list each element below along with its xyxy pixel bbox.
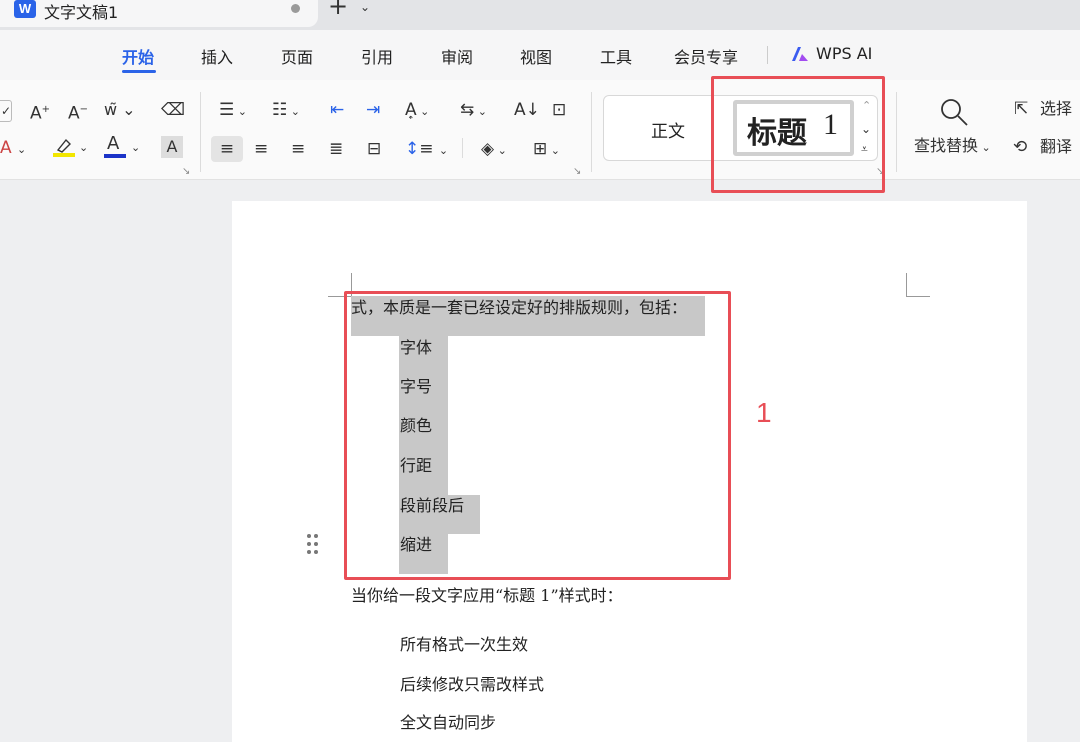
font-color-swatch bbox=[104, 154, 126, 158]
tab-home[interactable]: 开始 bbox=[122, 44, 154, 68]
menu-divider bbox=[767, 46, 768, 64]
tab-insert[interactable]: 插入 bbox=[201, 44, 233, 68]
annotation-label-1: 1 bbox=[756, 397, 772, 428]
shading-icon[interactable]: ◈ ⌄ bbox=[481, 139, 507, 161]
style-normal[interactable]: 正文 bbox=[651, 117, 685, 142]
text-direction-icon[interactable]: A͎ ⌄ bbox=[405, 100, 429, 122]
crop-mark bbox=[906, 273, 907, 297]
tab-wps-ai[interactable]: WPS AI bbox=[816, 44, 872, 63]
unsaved-indicator-icon[interactable] bbox=[291, 4, 300, 13]
borders-icon[interactable]: ⊞ ⌄ bbox=[533, 139, 560, 161]
annotation-box-2 bbox=[711, 76, 885, 193]
eraser-icon[interactable]: ⌫ bbox=[161, 100, 185, 120]
font-group-launcher-icon[interactable]: ↘ bbox=[182, 162, 190, 182]
phonetic-guide-icon[interactable]: 𝗐̃ ⌄ bbox=[104, 100, 136, 120]
decrease-font-icon[interactable]: A− bbox=[68, 100, 88, 124]
ribbon-separator bbox=[591, 92, 592, 172]
show-hide-icon[interactable]: ⊡ bbox=[552, 100, 566, 120]
annotation-box-1 bbox=[344, 291, 731, 580]
decrease-indent-icon[interactable]: ⇤ bbox=[330, 100, 344, 120]
highlight-icon[interactable] bbox=[52, 137, 76, 159]
paragraph-group-launcher-icon[interactable]: ↘ bbox=[573, 162, 581, 182]
translate-icon[interactable]: ⟲ bbox=[1013, 137, 1027, 157]
ribbon-separator bbox=[462, 138, 463, 158]
new-tab-menu-icon[interactable]: ⌄ bbox=[360, 0, 370, 14]
text-effect-icon[interactable]: A ⌄ bbox=[0, 138, 26, 160]
document-paragraph[interactable]: 当你给一段文字应用“标题 1”样式时： bbox=[351, 586, 623, 606]
distributed-icon[interactable]: ⊟ bbox=[367, 139, 381, 159]
list-item[interactable]: 后续修改只需改样式 bbox=[400, 675, 544, 695]
drag-handle-icon[interactable] bbox=[306, 533, 320, 555]
align-right-icon[interactable]: ≡ bbox=[291, 139, 305, 159]
tab-tools[interactable]: 工具 bbox=[600, 44, 632, 68]
justify-icon[interactable]: ≣ bbox=[329, 139, 343, 159]
sort-icon[interactable]: ⇆ ⌄ bbox=[460, 100, 487, 122]
select-button[interactable]: 选择 bbox=[1040, 99, 1072, 119]
find-replace-button[interactable]: 查找替换 ⌄ bbox=[914, 136, 991, 158]
active-tab-indicator bbox=[122, 70, 156, 73]
new-tab-button[interactable]: + bbox=[328, 0, 348, 18]
numbered-list-icon[interactable]: ☷ ⌄ bbox=[272, 100, 300, 122]
align-center-icon[interactable]: ≡ bbox=[254, 139, 268, 159]
tab-review[interactable]: 审阅 bbox=[441, 44, 473, 68]
font-color-dropdown-icon[interactable]: ⌄ bbox=[131, 138, 140, 158]
tab-references[interactable]: 引用 bbox=[361, 44, 393, 68]
wps-writer-icon: W bbox=[14, 0, 36, 18]
paragraph-mark-icon[interactable]: A↓ bbox=[514, 100, 540, 120]
increase-font-icon[interactable]: A+ bbox=[30, 100, 50, 124]
find-replace-label: 查找替换 bbox=[914, 136, 979, 155]
tab-member[interactable]: 会员专享 bbox=[674, 44, 738, 68]
increase-indent-icon[interactable]: ⇥ bbox=[366, 100, 380, 120]
ribbon-separator bbox=[896, 92, 897, 172]
bullet-list-icon[interactable]: ☰ ⌄ bbox=[219, 100, 247, 122]
ribbon-separator bbox=[200, 92, 201, 172]
search-icon[interactable] bbox=[939, 97, 969, 127]
highlight-dropdown-icon[interactable]: ⌄ bbox=[79, 138, 88, 158]
font-color-icon[interactable]: A bbox=[107, 134, 119, 154]
cursor-icon[interactable]: ⇱ bbox=[1014, 99, 1028, 119]
translate-button[interactable]: 翻译 bbox=[1040, 137, 1072, 157]
font-size-dropdown[interactable]: ✓ bbox=[0, 100, 12, 122]
crop-mark bbox=[906, 296, 930, 297]
list-item[interactable]: 所有格式一次生效 bbox=[400, 635, 528, 655]
tab-view[interactable]: 视图 bbox=[520, 44, 552, 68]
character-shading-icon[interactable]: A bbox=[161, 136, 183, 158]
ribbon-toolbar bbox=[0, 80, 1080, 180]
line-spacing-icon[interactable]: ↕≡ ⌄ bbox=[405, 139, 448, 161]
wps-ai-icon[interactable] bbox=[790, 46, 810, 62]
list-item[interactable]: 全文自动同步 bbox=[400, 713, 496, 733]
align-left-icon[interactable]: ≡ bbox=[211, 136, 243, 162]
tab-page[interactable]: 页面 bbox=[281, 44, 313, 68]
document-tab-title[interactable]: 文字文稿1 bbox=[44, 0, 118, 23]
